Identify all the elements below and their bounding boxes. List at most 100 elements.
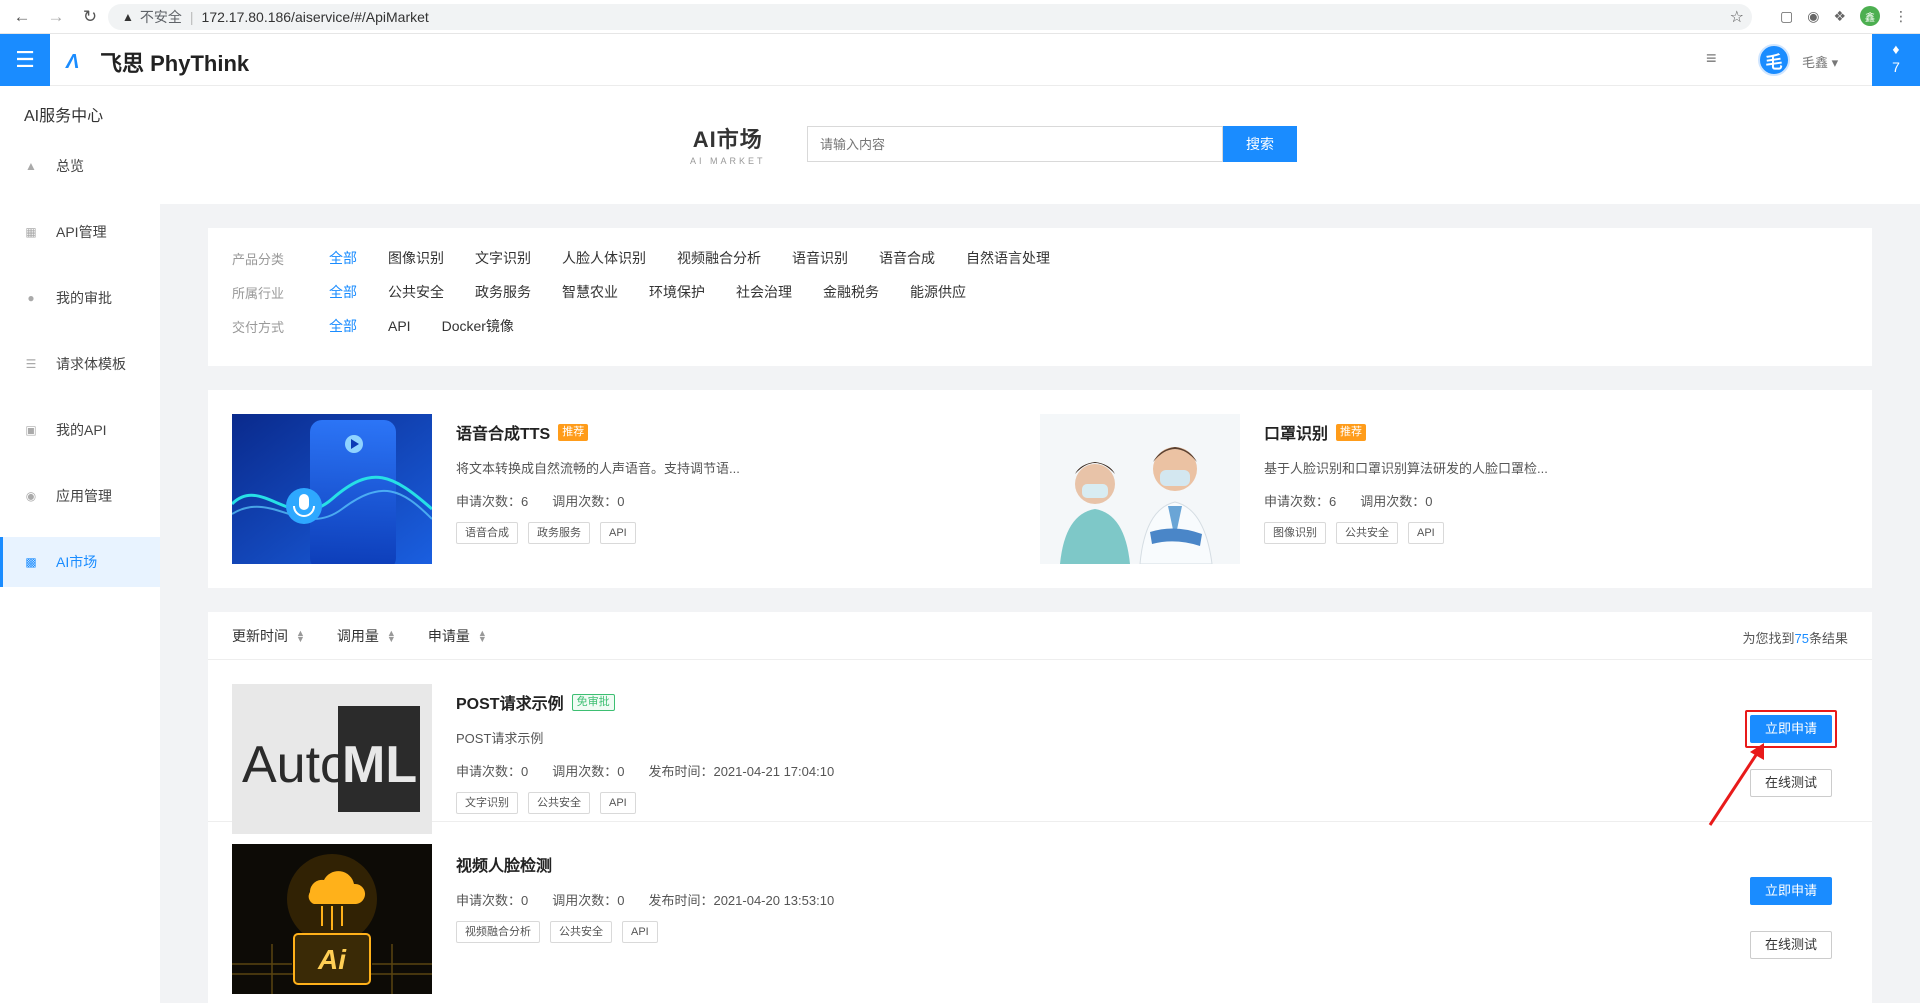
online-test-button[interactable]: 在线测试	[1750, 931, 1832, 959]
home-icon: ▲	[25, 159, 37, 173]
logo[interactable]: Λ 飞思 PhyThink	[66, 46, 249, 78]
back-icon[interactable]: ←	[12, 7, 32, 27]
page-subtitle: AI MARKET	[690, 156, 766, 166]
featured-section: 语音合成TTS 推荐 将文本转换成自然流畅的人声语音。支持调节语... 申请次数…	[208, 390, 1872, 588]
sidebar-item-overview[interactable]: ▲ 总览	[0, 141, 160, 191]
list-item: Ai 视频人脸检测 申请次数：0 调用次数：0 发布时间：2021-04-20 …	[208, 822, 1872, 1003]
search-input[interactable]	[807, 126, 1223, 162]
apply-now-button[interactable]: 立即申请	[1750, 877, 1832, 905]
filter-option[interactable]: 金融税务	[823, 282, 879, 302]
tag: 公共安全	[1336, 522, 1398, 544]
filter-option[interactable]: 人脸人体识别	[562, 248, 646, 268]
search-button[interactable]: 搜索	[1223, 126, 1297, 162]
tag: 公共安全	[550, 921, 612, 943]
sidebar-item-api-management[interactable]: ▦ API管理	[0, 207, 160, 257]
filter-label: 所属行业	[232, 285, 285, 301]
filter-panel: 产品分类 全部 图像识别 文字识别 人脸人体识别 视频融合分析 语音识别 语音合…	[208, 228, 1872, 366]
sidebar-item-app-management[interactable]: ◉ 应用管理	[0, 471, 160, 521]
more-vert-icon[interactable]: ⋮	[1894, 8, 1908, 25]
star-icon[interactable]: ☆	[1730, 7, 1744, 27]
publish-time: 发布时间：2021-04-20 13:53:10	[648, 893, 835, 908]
filter-option[interactable]: 公共安全	[388, 282, 444, 302]
settings-sliders-icon[interactable]: ≡	[1706, 48, 1717, 69]
notification-count: 7	[1892, 59, 1900, 75]
sidebar-item-label: API管理	[56, 224, 107, 240]
filter-option[interactable]: 社会治理	[736, 282, 792, 302]
api-list: 更新时间 ▲ ▼ 调用量 ▲ ▼ 申请量 ▲ ▼ 为您找到75条结果 Auto ML POS…	[208, 612, 1872, 1003]
sort-label: 申请量	[427, 627, 470, 644]
filter-option[interactable]: API	[388, 318, 411, 334]
sidebar-item-label: 请求体模板	[56, 356, 126, 372]
automl-thumbnail: Auto ML	[232, 684, 432, 834]
user-avatar[interactable]: 毛	[1758, 44, 1790, 76]
extension-badge-icon[interactable]: ◉	[1807, 8, 1819, 25]
call-count: 调用次数：0	[1360, 494, 1433, 509]
featured-card-tts[interactable]: 语音合成TTS 推荐 将文本转换成自然流畅的人声语音。支持调节语... 申请次数…	[232, 414, 1032, 564]
featured-card-info: 语音合成TTS 推荐 将文本转换成自然流畅的人声语音。支持调节语... 申请次数…	[456, 420, 1016, 544]
reload-icon[interactable]: ↻	[80, 7, 100, 27]
puzzle-icon[interactable]: ❖	[1833, 8, 1846, 25]
result-prefix: 为您找到	[1742, 631, 1795, 646]
card-title[interactable]: POST请求示例 免审批	[456, 690, 1356, 714]
extension-page-icon[interactable]: ▢	[1780, 8, 1793, 25]
call-count: 调用次数：0	[552, 494, 625, 509]
filter-option[interactable]: 全部	[329, 282, 357, 302]
user-name-dropdown[interactable]: 毛鑫 ▾	[1802, 52, 1838, 71]
thumb-text-ai: Ai	[317, 944, 347, 975]
card-title-text: POST请求示例	[456, 696, 564, 713]
filter-option[interactable]: 能源供应	[910, 282, 966, 302]
user-name: 毛鑫	[1802, 55, 1829, 70]
phythink-logo-icon: Λ	[66, 51, 80, 73]
filter-option[interactable]: 视频融合分析	[677, 248, 761, 268]
mask-thumbnail	[1040, 414, 1240, 564]
sort-caret-icon: ▲ ▼	[386, 627, 396, 644]
sidebar-item-label: AI市场	[56, 554, 98, 570]
sort-call-volume[interactable]: 调用量 ▲ ▼	[337, 626, 396, 646]
card-title: 口罩识别 推荐	[1264, 420, 1824, 444]
sidebar-item-label: 我的审批	[56, 290, 112, 306]
recommend-badge: 推荐	[558, 423, 589, 441]
filter-option[interactable]: Docker镜像	[442, 316, 514, 336]
notification-button[interactable]: ♦ 7	[1872, 34, 1920, 86]
menu-icon[interactable]: ☰	[0, 34, 50, 86]
filter-label: 产品分类	[232, 251, 285, 267]
sidebar-item-label: 我的API	[56, 422, 107, 438]
filter-option[interactable]: 全部	[329, 316, 357, 336]
url-text: 172.17.80.186/aiservice/#/ApiMarket	[201, 9, 429, 25]
forward-icon[interactable]: →	[46, 7, 66, 27]
featured-card-mask[interactable]: 口罩识别 推荐 基于人脸识别和口罩识别算法研发的人脸口罩检... 申请次数：6 …	[1040, 414, 1840, 564]
filter-option[interactable]: 智慧农业	[562, 282, 618, 302]
tag: 政务服务	[528, 522, 590, 544]
tag: API	[600, 792, 636, 814]
sidebar-item-my-approval[interactable]: ● 我的审批	[0, 273, 160, 323]
bot-icon: ▣	[25, 423, 37, 437]
sidebar-item-request-template[interactable]: ☰ 请求体模板	[0, 339, 160, 389]
sort-apply-volume[interactable]: 申请量 ▲ ▼	[428, 626, 487, 646]
address-bar[interactable]: ▲ 不安全 | 172.17.80.186/aiservice/#/ApiMar…	[108, 4, 1752, 30]
filter-option[interactable]: 环境保护	[649, 282, 705, 302]
tag: 文字识别	[456, 792, 518, 814]
sort-update-time[interactable]: 更新时间 ▲ ▼	[232, 626, 305, 646]
card-stats: 申请次数：6 调用次数：0	[1264, 491, 1824, 510]
free-approval-badge: 免审批	[571, 693, 615, 711]
grid-icon: ▦	[25, 225, 37, 239]
filter-option[interactable]: 政务服务	[475, 282, 531, 302]
annotation-arrow	[1708, 743, 1764, 826]
filter-option[interactable]: 全部	[329, 248, 357, 268]
tag: 公共安全	[528, 792, 590, 814]
filter-option[interactable]: 语音合成	[879, 248, 935, 268]
filter-option[interactable]: 图像识别	[388, 248, 444, 268]
filter-option[interactable]: 语音识别	[792, 248, 848, 268]
card-title[interactable]: 视频人脸检测	[456, 852, 1356, 876]
apply-now-button[interactable]: 立即申请	[1750, 715, 1832, 743]
filter-option[interactable]: 文字识别	[475, 248, 531, 268]
result-suffix: 条结果	[1808, 631, 1848, 646]
profile-avatar[interactable]: 鑫	[1860, 6, 1880, 26]
market-icon: ▩	[25, 555, 37, 569]
sidebar: AI服务中心 ▲ 总览 ▦ API管理 ● 我的审批 ☰ 请求体模板 ▣ 我的API ◉ 应…	[0, 86, 160, 1003]
sidebar-item-ai-market[interactable]: ▩ AI市场	[0, 537, 160, 587]
sidebar-item-my-api[interactable]: ▣ 我的API	[0, 405, 160, 455]
card-description: POST请求示例	[456, 731, 544, 746]
filter-option[interactable]: 自然语言处理	[966, 248, 1050, 268]
address-divider: |	[189, 9, 194, 25]
